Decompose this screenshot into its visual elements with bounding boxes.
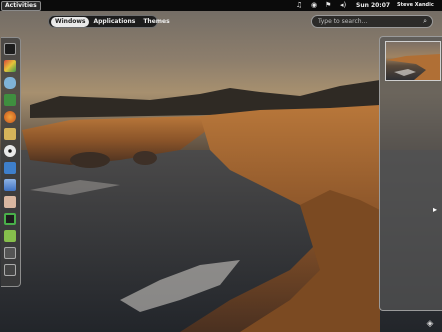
chat-icon[interactable] [4,77,16,89]
search-icon: ⌕ [423,17,427,25]
system-monitor-icon[interactable] [4,213,16,225]
network-icon[interactable]: ⚑ [325,1,331,10]
display-icon[interactable] [4,264,16,276]
file-manager-icon[interactable] [4,128,16,140]
terminal-icon[interactable] [4,43,16,55]
calendar-icon[interactable] [4,230,16,242]
workspace-strip [379,36,442,311]
search-input[interactable] [318,17,413,26]
tab-windows[interactable]: Windows [51,16,90,27]
notes-icon[interactable] [4,196,16,208]
chromium-icon[interactable] [4,60,16,72]
user-menu[interactable]: Steve Xandic [397,1,434,10]
activities-button[interactable]: Activities [1,1,41,11]
mouse-pointer-icon: ▸ [433,205,438,214]
view-selector: Windows Applications Themes [48,15,170,28]
tab-themes[interactable]: Themes [139,17,173,27]
clock[interactable]: Sun 20:07 [356,1,390,10]
tab-applications[interactable]: Applications [89,17,139,27]
network-tool-icon[interactable] [4,94,16,106]
search-box[interactable]: ⌕ [311,15,433,28]
dash [1,37,21,287]
coastline-landscape [0,80,442,332]
firefox-icon[interactable] [4,111,16,123]
message-tray-icon[interactable]: ◈ [424,318,436,330]
disc-player-icon[interactable] [4,145,16,157]
accessibility-icon[interactable]: ◉ [311,1,317,10]
software-center-icon[interactable] [4,162,16,174]
music-icon[interactable]: ♫ [296,1,302,10]
workspace-thumbnail[interactable] [385,41,441,81]
desktop-wallpaper [0,0,442,332]
top-panel: Activities ♫ ◉ ⚑ ◂) Sun 20:07 Steve Xand… [0,0,442,11]
volume-icon[interactable]: ◂) [340,1,346,10]
workspace-preview [386,54,440,80]
text-document-icon[interactable] [4,179,16,191]
settings-icon[interactable] [4,247,16,259]
